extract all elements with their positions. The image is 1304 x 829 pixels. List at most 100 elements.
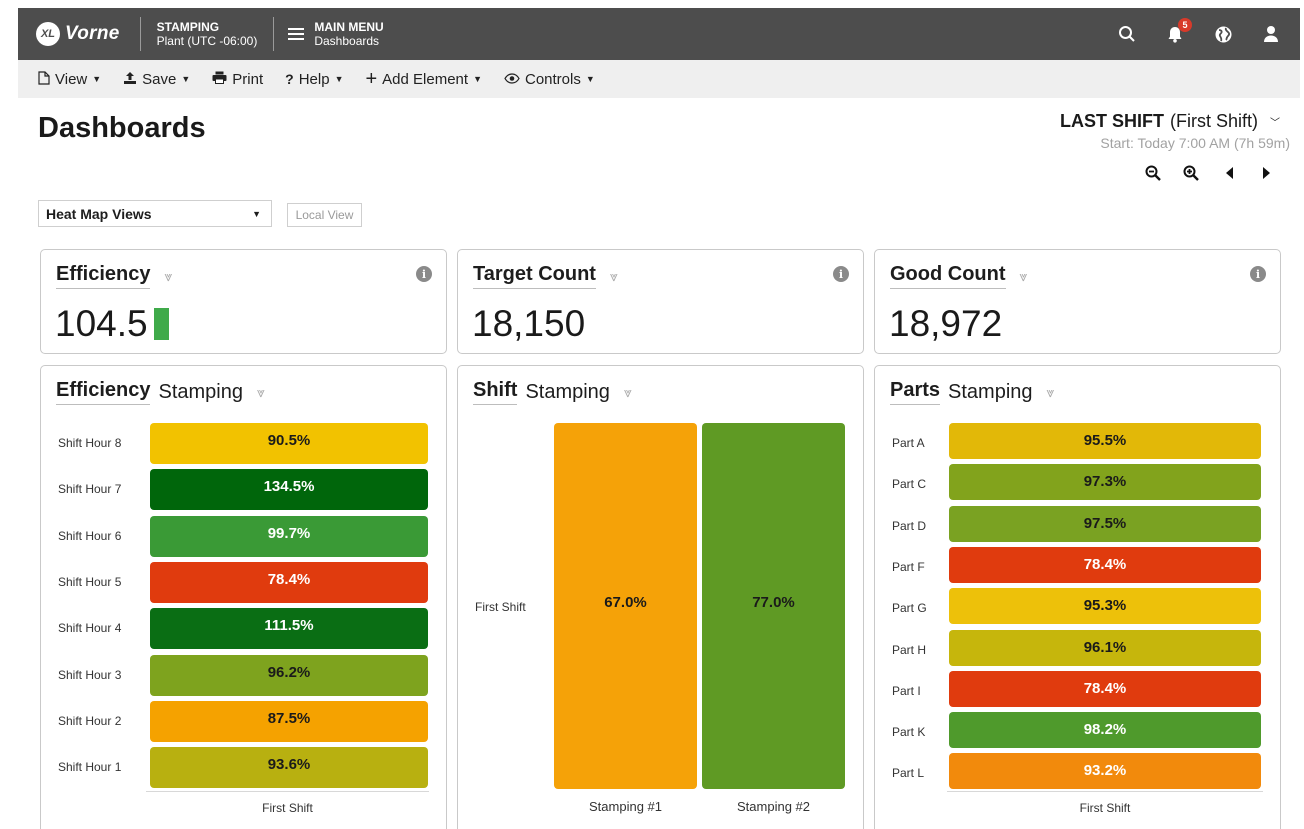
heatmap-row-label: Part I: [892, 683, 921, 698]
divider: [139, 17, 141, 51]
card-title: Efficiency Stamping ⩔: [56, 379, 265, 405]
axis-line: [146, 791, 429, 792]
heatmap-row-label: Shift Hour 3: [58, 667, 122, 682]
heatmap-title[interactable]: Shift: [473, 379, 518, 405]
controls-menu[interactable]: Controls ▼: [504, 71, 595, 88]
local-view-button[interactable]: Local View: [287, 203, 362, 227]
card-title: Shift Stamping ⩔: [473, 379, 632, 405]
card-title: Good Count ⩔: [890, 263, 1027, 289]
eye-icon: [504, 71, 520, 87]
heatmap-title[interactable]: Parts: [890, 379, 941, 405]
kpi-value: 18,972: [889, 303, 1002, 345]
heatmap-cell[interactable]: 95.5%: [949, 423, 1261, 459]
zoom-in-icon[interactable]: [1182, 164, 1200, 182]
kpi-title[interactable]: Efficiency: [56, 263, 151, 289]
heatmap-title[interactable]: Efficiency: [56, 379, 151, 405]
hamburger-icon: [288, 28, 305, 40]
axis-line: [947, 791, 1263, 792]
heatmap-cell[interactable]: 97.5%: [949, 505, 1261, 542]
heatmap-cell[interactable]: 78.4%: [949, 670, 1261, 707]
heatmap-cell[interactable]: 96.1%: [949, 629, 1261, 666]
heatmap-cell[interactable]: 77.0%: [702, 423, 845, 789]
heatmap-cell[interactable]: 78.4%: [150, 561, 428, 603]
page-title: Dashboards: [38, 112, 206, 144]
heatmap-cell[interactable]: 87.5%: [150, 700, 428, 742]
heatmap-cell[interactable]: 98.2%: [949, 712, 1261, 749]
kpi-value-text: 18,150: [472, 303, 586, 344]
double-chevron-down-icon[interactable]: ⩔: [624, 384, 632, 401]
help-menu[interactable]: ? Help ▼: [285, 71, 343, 88]
chevron-down-icon: ▼: [181, 74, 191, 84]
views-dropdown[interactable]: Heat Map Views ▼: [38, 200, 272, 227]
divider: [273, 17, 275, 51]
info-icon[interactable]: i: [416, 266, 432, 282]
save-menu[interactable]: Save ▼: [123, 71, 190, 88]
chevron-down-icon: ▼: [334, 74, 344, 84]
heatmap-column-label: Stamping #1: [589, 799, 662, 814]
kpi-value-text: 18,972: [889, 303, 1003, 344]
views-selected-value: Heat Map Views: [46, 205, 152, 222]
kpi-value: 104.5: [55, 303, 169, 345]
double-chevron-down-icon[interactable]: ⩔: [164, 268, 172, 285]
view-label: View: [55, 70, 88, 88]
vorne-logo[interactable]: XL Vorne: [36, 22, 120, 46]
plus-icon: +: [365, 68, 378, 90]
heatmap-subtitle: Stamping: [525, 380, 610, 403]
heatmap-cell[interactable]: 111.5%: [150, 608, 428, 650]
next-arrow-icon[interactable]: [1258, 164, 1276, 182]
shift-selector[interactable]: LAST SHIFT (First Shift) ﹀: [1060, 111, 1280, 132]
heatmap-row-label: Shift Hour 6: [58, 528, 122, 543]
kpi-value: 18,150: [472, 303, 585, 345]
shift-start-text: Start: Today 7:00 AM (7h 59m): [1100, 135, 1290, 151]
parts-heatmap-card: Parts Stamping ⩔ Part A 95.5% Part C 97.3% P…: [874, 365, 1281, 829]
heatmap-cell[interactable]: 99.7%: [150, 515, 428, 557]
efficiency-heatmap-card: Efficiency Stamping ⩔ Shift Hour 8 90.5% S…: [40, 365, 447, 829]
double-chevron-down-icon[interactable]: ⩔: [1020, 268, 1028, 285]
heatmap-cell[interactable]: 134.5%: [150, 469, 428, 511]
heatmap-cell[interactable]: 96.2%: [150, 654, 428, 696]
heatmap-x-label: First Shift: [1079, 801, 1131, 815]
heatmap-cell[interactable]: 67.0%: [554, 423, 697, 789]
logo-text: Vorne: [65, 23, 120, 44]
previous-arrow-icon[interactable]: [1220, 164, 1238, 182]
heatmap-row-label: Part A: [892, 436, 925, 450]
double-chevron-down-icon[interactable]: ⩔: [1047, 384, 1055, 401]
print-button[interactable]: Print: [212, 71, 263, 88]
double-chevron-down-icon[interactable]: ⩔: [610, 268, 618, 285]
area-selector[interactable]: STAMPING Plant (UTC -06:00): [157, 20, 258, 48]
chevron-down-icon: ▼: [585, 74, 595, 84]
main-menu-button[interactable]: MAIN MENU Dashboards: [288, 20, 384, 48]
heatmap-cell[interactable]: 93.2%: [949, 753, 1261, 790]
file-icon: [38, 70, 50, 88]
add-element-label: Add Element: [382, 70, 469, 88]
bell-icon[interactable]: 5: [1164, 18, 1192, 45]
heatmap-cell[interactable]: 97.3%: [949, 464, 1261, 501]
kpi-title[interactable]: Target Count: [473, 263, 596, 289]
view-menu[interactable]: View ▼: [38, 71, 101, 88]
kpi-title[interactable]: Good Count: [890, 263, 1006, 289]
heatmap-row-label: Part G: [892, 601, 927, 616]
info-icon[interactable]: i: [833, 266, 849, 282]
heatmap-cell[interactable]: 78.4%: [949, 546, 1261, 583]
globe-icon[interactable]: [1212, 23, 1234, 45]
heatmap-row-label: Shift Hour 4: [58, 621, 122, 636]
chevron-down-icon: ▼: [473, 74, 482, 84]
heatmap-y-label: First Shift: [475, 600, 526, 614]
add-element-menu[interactable]: + Add Element ▼: [365, 68, 482, 90]
top-bar: XL Vorne STAMPING Plant (UTC -06:00) MAI…: [18, 8, 1300, 60]
heatmap-row-label: Part D: [892, 518, 927, 533]
search-icon[interactable]: [1116, 23, 1138, 45]
kpi-value-text: 104.5: [55, 303, 148, 344]
main-menu-subtitle: Dashboards: [314, 34, 380, 48]
zoom-out-icon[interactable]: [1144, 164, 1162, 182]
heatmap-subtitle: Stamping: [948, 380, 1033, 403]
heatmap-subtitle: Stamping: [158, 380, 243, 403]
heatmap-cell[interactable]: 90.5%: [150, 423, 428, 464]
info-icon[interactable]: i: [1250, 266, 1266, 282]
double-chevron-down-icon[interactable]: ⩔: [257, 384, 265, 401]
heatmap-cell[interactable]: 95.3%: [949, 588, 1261, 625]
heatmap-row-label: Shift Hour 5: [58, 574, 122, 589]
heatmap-row-label: Part C: [892, 477, 927, 492]
heatmap-cell[interactable]: 93.6%: [150, 747, 428, 789]
user-icon[interactable]: [1260, 23, 1282, 45]
